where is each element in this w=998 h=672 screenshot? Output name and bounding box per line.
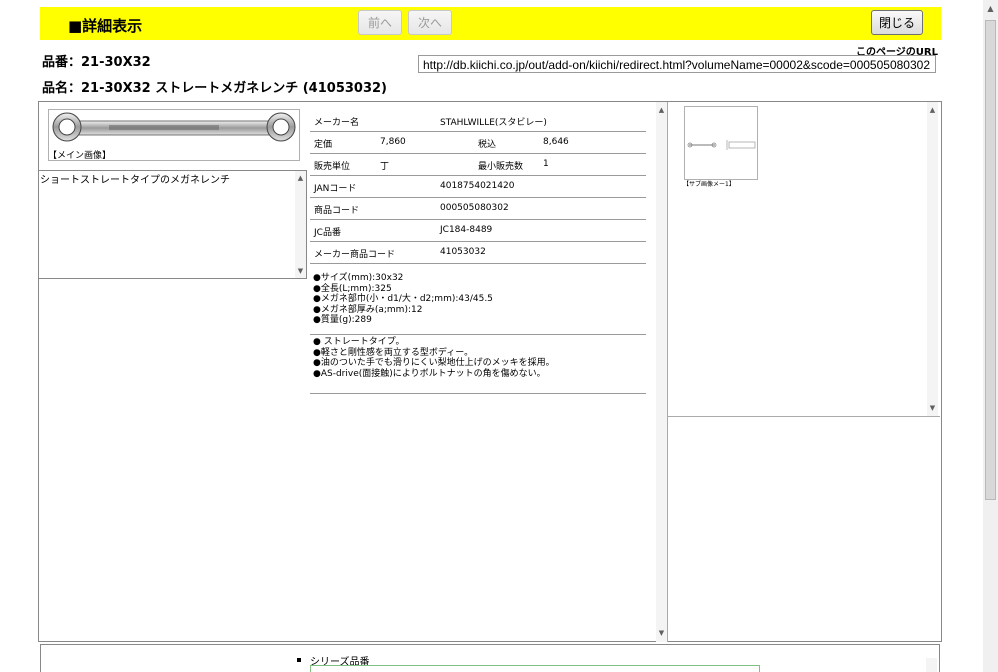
maker-code-value: 41053032 [440,247,486,257]
feature-item: ●メガネ部厚み(a;mm):12 [313,304,423,315]
jc-label: JC品番 [314,228,341,238]
scroll-down-icon[interactable]: ▼ [656,629,667,637]
maker-code-label: メーカー商品コード [314,250,396,260]
spec-row-jan: JANコード 4018754021420 [310,176,646,198]
sub-image-scrollbar[interactable] [927,102,938,416]
spec-table: メーカー名 STAHLWILLE(スタビレー) 定価 7,860 税込 8,64… [310,110,646,264]
jan-label: JANコード [314,184,357,194]
series-table [310,665,760,672]
wrench-diagram-image [687,140,756,150]
sub-image-caption: 【サブ画像メー1】 [683,181,735,188]
feature-item: ●全長(L;mm):325 [313,283,392,294]
bullet-item: ● ストレートタイプ。 [313,337,405,347]
window-scrollbar[interactable]: ▲ [983,0,998,672]
description-scrollbar[interactable] [295,171,306,278]
feature-list: ●サイズ(mm):30x32 ●全長(L;mm):325 ●メガネ部巾(小・d1… [313,273,493,326]
feature-item: ●サイズ(mm):30x32 [313,273,404,283]
scroll-up-icon[interactable]: ▲ [927,106,938,114]
spec-row-jc: JC品番 JC184-8489 [310,220,646,242]
divider [668,416,940,417]
page-title: ■詳細表示 [68,17,143,35]
scroll-down-icon[interactable]: ▼ [927,404,938,412]
prev-button[interactable]: 前へ [358,10,402,35]
description-text: ショートストレートタイプのメガネレンチ [40,175,230,186]
product-code-value: 000505080302 [440,203,509,213]
min-qty-value: 1 [543,159,549,169]
maker-label: メーカー名 [314,118,360,128]
main-image-caption: 【メイン画像】 [48,151,112,161]
scroll-up-icon[interactable]: ▲ [656,106,667,114]
product-code-label: 商品コード [314,206,360,216]
unit-label: 販売単位 [314,162,351,172]
jc-value: JC184-8489 [440,225,493,235]
scroll-up-icon[interactable]: ▲ [984,4,997,13]
bullet-item: ●AS-drive(面接触)によりボルトナットの角を傷めない。 [313,368,546,379]
spec-row-product-code: 商品コード 000505080302 [310,198,646,220]
min-qty-label: 最小販売数 [478,162,524,172]
window-scroll-thumb[interactable] [985,20,996,500]
jan-value: 4018754021420 [440,181,515,191]
scroll-up-icon[interactable]: ▲ [295,174,306,182]
list-price-label: 定価 [314,140,333,150]
feature-item: ●質量(g):289 [313,315,372,326]
bullet-list: ● ストレートタイプ。 ●軽さと剛性感を両立する型ボディー。 ●油のついた手でも… [313,337,555,379]
bullet-item: ●油のついた手でも滑りにくい梨地仕上げのメッキを採用。 [313,358,555,369]
tax-incl-value: 8,646 [543,137,569,147]
spec-row-price: 定価 7,860 税込 8,646 [310,132,646,154]
center-scrollbar[interactable] [656,102,667,642]
spec-row-maker: メーカー名 STAHLWILLE(スタビレー) [310,110,646,132]
sub-image-thumbnail[interactable] [684,106,758,180]
page-url-field[interactable]: http://db.kiichi.co.jp/out/add-on/kiichi… [418,55,936,73]
part-name: 品名：21-30X32 ストレートメガネレンチ (41053032) [42,81,387,96]
divider [310,393,646,394]
scroll-down-icon[interactable]: ▼ [295,267,306,275]
spec-row-unit: 販売単位 丁 最小販売数 1 [310,154,646,176]
spec-row-maker-code: メーカー商品コード 41053032 [310,242,646,264]
maker-value: STAHLWILLE(スタビレー) [440,118,547,128]
part-number: 品番：21-30X32 [42,55,151,70]
description-box [38,170,307,279]
series-scrollbar[interactable] [926,658,937,672]
close-button[interactable]: 閉じる [871,10,923,35]
list-price-value: 7,860 [380,137,406,147]
divider [310,334,646,335]
tax-incl-label: 税込 [478,140,497,150]
divider [667,102,668,642]
unit-value: 丁 [380,162,390,172]
feature-item: ●メガネ部巾(小・d1/大・d2;mm):43/45.5 [313,294,493,305]
bullet-item: ●軽さと剛性感を両立する型ボディー。 [313,347,474,358]
header-bar: ■詳細表示 前へ 次へ 閉じる [40,7,941,40]
square-bullet-icon [297,658,301,662]
next-button[interactable]: 次へ [408,10,452,35]
